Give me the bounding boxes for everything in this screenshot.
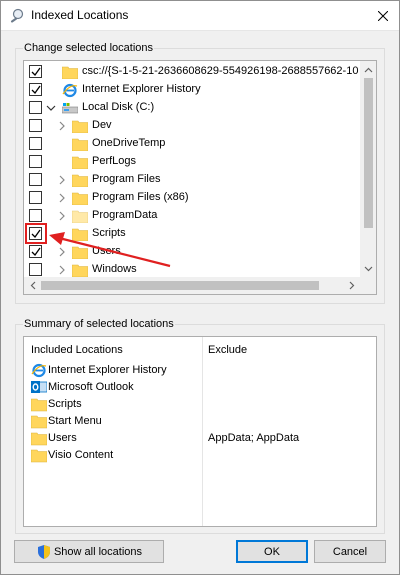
checkbox[interactable] (29, 155, 42, 168)
folder-icon (31, 398, 47, 412)
chevron-up-icon (364, 67, 373, 72)
close-icon (378, 10, 388, 21)
tree-row-label: Local Disk (C:) (82, 101, 155, 113)
change-locations-label: Change selected locations (23, 42, 155, 55)
summary-exclude: AppData; AppData (208, 432, 300, 444)
checkbox[interactable] (29, 209, 42, 222)
scroll-left-arrow[interactable] (24, 277, 41, 294)
vertical-scroll-thumb[interactable] (364, 78, 373, 228)
tree-row-program-files-x86[interactable]: Program Files (x86) (24, 189, 360, 207)
vertical-scrollbar[interactable] (360, 61, 376, 277)
ok-label: OK (264, 545, 280, 558)
chevron-right-icon[interactable] (57, 120, 67, 132)
tree-row-program-files[interactable]: Program Files (24, 171, 360, 189)
folder-icon (72, 156, 88, 169)
summary-row: Start Menu (30, 413, 370, 430)
tree-row-local-disk[interactable]: Local Disk (C:) (24, 99, 360, 117)
exclude-header: Exclude (208, 344, 248, 356)
summary-included: Users (48, 432, 77, 444)
chevron-down-icon[interactable] (46, 102, 56, 114)
annotation-arrow-icon (49, 232, 171, 268)
summary-label: Summary of selected locations (23, 318, 175, 331)
shield-icon (37, 544, 50, 559)
horizontal-scrollbar[interactable] (24, 277, 360, 294)
folder-icon (62, 66, 78, 79)
check-icon (31, 67, 41, 77)
check-icon (31, 247, 41, 257)
ok-button[interactable]: OK (236, 540, 308, 563)
checkbox[interactable] (29, 191, 42, 204)
cancel-label: Cancel (332, 545, 368, 558)
summary-row: Internet Explorer History (30, 362, 370, 379)
summary-included: Microsoft Outlook (48, 381, 134, 393)
show-all-locations-button[interactable]: Show all locations (14, 540, 164, 563)
tree-row-dev[interactable]: Dev (24, 117, 360, 135)
checkbox[interactable] (29, 137, 42, 150)
internet-explorer-icon (62, 83, 78, 98)
close-button[interactable] (366, 0, 400, 31)
checkbox[interactable] (29, 245, 42, 258)
scroll-right-arrow[interactable] (343, 277, 360, 294)
tree-row-label: Dev (92, 119, 112, 131)
summary-row: Microsoft Outlook (30, 379, 370, 396)
internet-explorer-icon (31, 363, 47, 378)
outlook-icon (31, 381, 47, 393)
folder-icon (72, 138, 88, 151)
tree-row-perflogs[interactable]: PerfLogs (24, 153, 360, 171)
folder-icon (72, 174, 88, 187)
summary-row: Visio Content (30, 447, 370, 464)
summary-list: Included Locations Exclude Internet Expl… (23, 336, 377, 527)
scrollbar-corner (360, 277, 376, 294)
folder-icon (72, 192, 88, 205)
folder-icon (72, 210, 88, 223)
column-divider (202, 337, 203, 526)
scroll-down-arrow[interactable] (360, 260, 376, 277)
included-locations-header: Included Locations (31, 344, 123, 356)
annotation-highlight-box (25, 223, 47, 244)
chevron-right-icon (349, 281, 354, 290)
chevron-right-icon[interactable] (57, 192, 67, 204)
check-icon (31, 85, 41, 95)
summary-row: Scripts (30, 396, 370, 413)
chevron-left-icon (30, 281, 35, 290)
tree-row-label: PerfLogs (92, 155, 137, 167)
summary-included: Scripts (48, 398, 82, 410)
folder-icon (31, 449, 47, 463)
checkbox[interactable] (29, 263, 42, 276)
tree-row-label: Program Files (x86) (92, 191, 189, 203)
checkbox[interactable] (29, 173, 42, 186)
scroll-up-arrow[interactable] (360, 61, 376, 78)
chevron-down-icon (364, 266, 373, 271)
tree-row-label: Program Files (92, 173, 161, 185)
title-bar: Indexed Locations (0, 0, 400, 31)
window-title: Indexed Locations (31, 8, 129, 22)
tree-row-ie-history[interactable]: Internet Explorer History (24, 81, 360, 99)
folder-icon (72, 120, 88, 133)
tree-row-label: csc://{S-1-5-21-2636608629-554926198-268… (82, 65, 359, 77)
chevron-right-icon[interactable] (57, 174, 67, 186)
drive-icon (62, 103, 78, 114)
checkbox[interactable] (29, 119, 42, 132)
tree-row-csc[interactable]: csc://{S-1-5-21-2636608629-554926198-268… (24, 63, 360, 81)
tree-row-programdata[interactable]: ProgramData (24, 207, 360, 225)
summary-row: Users AppData; AppData (30, 430, 370, 447)
folder-icon (31, 432, 47, 446)
tree-row-label: OneDriveTemp (92, 137, 166, 149)
chevron-right-icon[interactable] (57, 210, 67, 222)
summary-included: Visio Content (48, 449, 114, 461)
checkbox[interactable] (29, 83, 42, 96)
tree-row-onedrivetemp[interactable]: OneDriveTemp (24, 135, 360, 153)
summary-included: Start Menu (48, 415, 102, 427)
cancel-button[interactable]: Cancel (314, 540, 386, 563)
folder-icon (31, 415, 47, 429)
checkbox[interactable] (29, 65, 42, 78)
summary-included: Internet Explorer History (48, 364, 167, 376)
show-all-locations-label: Show all locations (53, 545, 143, 558)
tree-row-label: ProgramData (92, 209, 158, 221)
checkbox[interactable] (29, 101, 42, 114)
horizontal-scroll-thumb[interactable] (41, 281, 319, 290)
tree-row-label: Internet Explorer History (82, 83, 201, 95)
search-indexing-icon (10, 8, 24, 23)
